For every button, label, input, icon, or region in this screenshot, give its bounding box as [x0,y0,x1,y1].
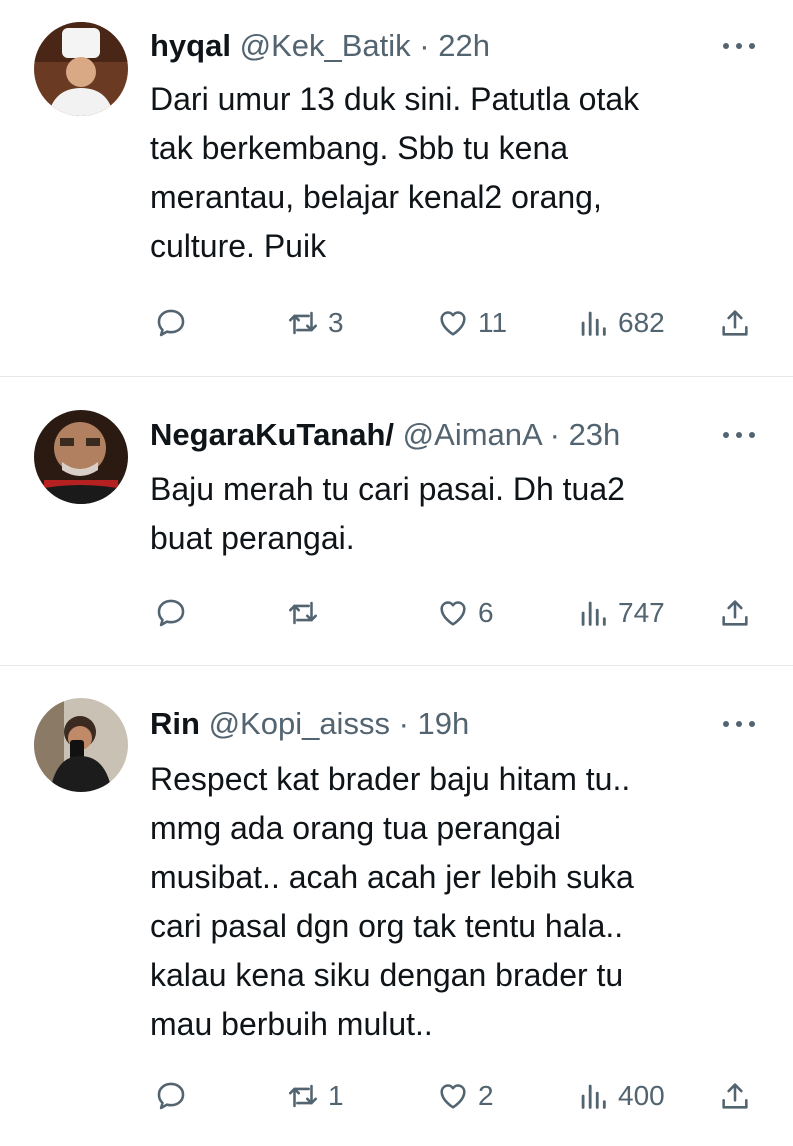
tweet-text: Dari umur 13 duk sini. Patutla otak tak … [150,75,753,271]
more-icon[interactable] [721,706,757,742]
share-icon [722,1083,748,1109]
text-line: culture. Puik [150,228,327,264]
like-icon [440,1084,466,1109]
tweet-text: Respect kat brader baju hitam tu.. mmg a… [150,755,753,1049]
text-line: tak berkembang. Sbb tu kena [150,130,569,166]
user-handle[interactable]: @AimanA [403,417,541,452]
views-count: 747 [618,597,665,628]
avatar[interactable] [34,698,128,792]
tweet[interactable]: NegaraKuTanah/ @AimanA · 23h Baju merah … [0,377,793,665]
retweet-count: 1 [328,1080,344,1111]
retweet-button[interactable]: 1 [286,1076,344,1116]
display-name[interactable]: hyqal [150,28,231,63]
retweet-button[interactable]: 3 [286,303,344,343]
share-icon [722,600,748,626]
retweet-icon [288,311,318,335]
like-icon [440,601,466,626]
text-line: musibat.. acah acah jer lebih suka [150,859,634,895]
separator-dot: · [419,28,430,63]
views-icon [581,601,606,626]
share-button[interactable] [718,593,752,633]
display-name[interactable]: NegaraKuTanah/ [150,417,394,452]
text-line: mau berbuih mulut.. [150,1006,433,1042]
like-button[interactable]: 6 [436,593,494,633]
more-icon[interactable] [721,28,757,64]
text-line: Respect kat brader baju hitam tu.. [150,761,631,797]
views-button[interactable]: 747 [576,593,665,633]
retweet-count: 3 [328,307,344,338]
retweet-icon [288,1084,318,1108]
tweet-header: Rin @Kopi_aisss · 19h [150,706,703,742]
reply-icon [157,309,185,337]
reply-button[interactable] [154,593,188,633]
reply-icon [157,599,185,627]
reply-button[interactable] [154,303,188,343]
action-bar: 3 11 682 [150,303,760,343]
reply-button[interactable] [154,1076,188,1116]
tweet-text: Baju merah tu cari pasai. Dh tua2 buat p… [150,465,753,563]
separator-dot: · [398,706,409,741]
text-line: mmg ada orang tua perangai [150,810,561,846]
tweet-header: hyqal @Kek_Batik · 22h [150,28,703,64]
views-icon [581,1084,606,1109]
views-icon [581,311,606,336]
retweet-button[interactable] [286,593,328,633]
share-icon [722,310,748,336]
avatar[interactable] [34,410,128,504]
views-button[interactable]: 400 [576,1076,665,1116]
like-icon [440,311,466,336]
more-icon[interactable] [721,417,757,453]
like-count: 6 [478,597,494,628]
tweet[interactable]: Rin @Kopi_aisss · 19h Respect kat brader… [0,666,793,1146]
text-line: Baju merah tu cari pasai. Dh tua2 [150,471,625,507]
text-line: kalau kena siku dengan brader tu [150,957,624,993]
like-count: 11 [478,307,508,338]
like-count: 2 [478,1080,494,1111]
like-button[interactable]: 11 [436,303,507,343]
retweet-icon [288,601,318,625]
text-line: merantau, belajar kenal2 orang, [150,179,602,215]
action-bar: 6 747 [150,593,760,633]
avatar[interactable] [34,22,128,116]
share-button[interactable] [718,1076,752,1116]
display-name[interactable]: Rin [150,706,200,741]
action-bar: 1 2 400 [150,1076,760,1116]
text-line: buat perangai. [150,520,355,556]
user-handle[interactable]: @Kopi_aisss [209,706,390,741]
reply-icon [157,1082,185,1110]
tweet-header: NegaraKuTanah/ @AimanA · 23h [150,417,703,453]
text-line: Dari umur 13 duk sini. Patutla otak [150,81,640,117]
like-button[interactable]: 2 [436,1076,494,1116]
timestamp[interactable]: 19h [418,706,470,741]
separator-dot: · [549,417,560,452]
views-count: 682 [618,307,665,338]
timestamp[interactable]: 23h [569,417,621,452]
views-button[interactable]: 682 [576,303,665,343]
user-handle[interactable]: @Kek_Batik [240,28,411,63]
views-count: 400 [618,1080,665,1111]
tweet[interactable]: hyqal @Kek_Batik · 22h Dari umur 13 duk … [0,0,793,376]
timestamp[interactable]: 22h [438,28,490,63]
text-line: cari pasal dgn org tak tentu hala.. [150,908,624,944]
reply-feed: hyqal @Kek_Batik · 22h Dari umur 13 duk … [0,0,793,1146]
share-button[interactable] [718,303,752,343]
